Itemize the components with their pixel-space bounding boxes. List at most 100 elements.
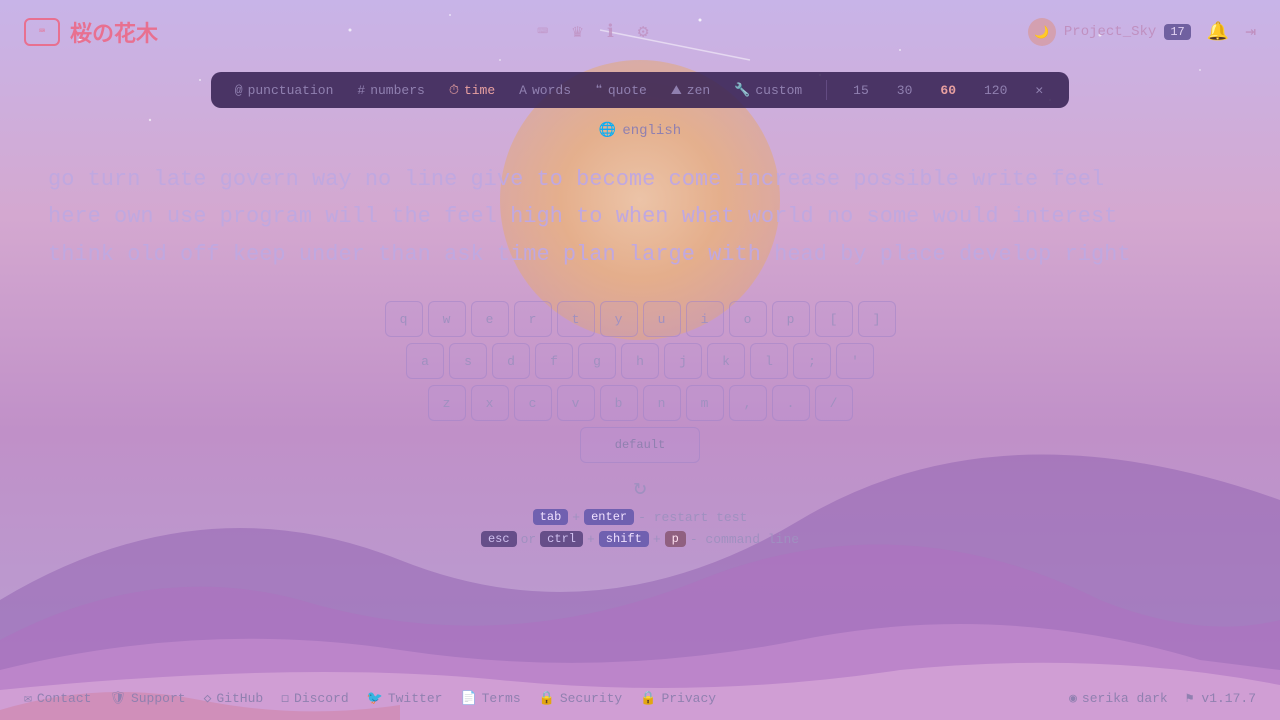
plus-2: + xyxy=(587,532,595,547)
key-space[interactable]: default xyxy=(580,427,700,463)
tab-key: tab xyxy=(533,509,569,525)
or-text: or xyxy=(521,532,537,547)
footer: ✉ Contact 🛡 Support ◇ GitHub ◻ Discord 🐦… xyxy=(0,677,1280,720)
key-row-3: z x c v b n m , . / xyxy=(428,385,853,421)
key-i[interactable]: i xyxy=(686,301,724,337)
username: Project_Sky xyxy=(1064,24,1156,40)
user-badge[interactable]: 🌙 Project_Sky 17 xyxy=(1028,18,1191,46)
key-lbracket[interactable]: [ xyxy=(815,301,853,337)
github-icon: ◇ xyxy=(204,691,212,706)
settings-icon[interactable]: ⚙ xyxy=(638,21,649,43)
key-semicolon[interactable]: ; xyxy=(793,343,831,379)
notification-icon[interactable]: 🔔 xyxy=(1207,21,1229,43)
p-key: p xyxy=(665,531,686,547)
support-icon: 🛡 xyxy=(109,691,126,706)
typing-text: go turn late govern way no line give to … xyxy=(48,161,1232,273)
footer-terms[interactable]: 📄 Terms xyxy=(460,691,520,706)
security-icon: 🔒 xyxy=(539,691,555,706)
key-v[interactable]: v xyxy=(557,385,595,421)
toolbar-custom[interactable]: 🔧 custom xyxy=(730,81,806,100)
theme-icon: ◉ xyxy=(1069,691,1077,706)
key-k[interactable]: k xyxy=(707,343,745,379)
terms-icon: 📄 xyxy=(460,691,476,706)
wrench-icon: 🔧 xyxy=(734,83,750,98)
time-30[interactable]: 30 xyxy=(891,81,919,100)
key-z[interactable]: z xyxy=(428,385,466,421)
cmdline-desc: - command line xyxy=(690,532,799,547)
key-g[interactable]: g xyxy=(578,343,616,379)
key-b[interactable]: b xyxy=(600,385,638,421)
theme-indicator[interactable]: ◉ serika dark xyxy=(1069,691,1168,706)
typing-line-3: think old off keep under than ask time p… xyxy=(48,236,1232,273)
reload-area: ↻ xyxy=(0,475,1280,501)
at-icon: @ xyxy=(235,83,243,98)
language-label: english xyxy=(622,123,681,139)
crown-icon[interactable]: ♛ xyxy=(572,21,583,43)
key-p[interactable]: p xyxy=(772,301,810,337)
toolbar-words[interactable]: A words xyxy=(515,81,575,100)
info-icon[interactable]: ℹ xyxy=(607,21,614,43)
key-l[interactable]: l xyxy=(750,343,788,379)
key-row-space: default xyxy=(580,427,700,463)
key-s[interactable]: s xyxy=(449,343,487,379)
footer-github[interactable]: ◇ GitHub xyxy=(204,691,264,706)
key-y[interactable]: y xyxy=(600,301,638,337)
key-u[interactable]: u xyxy=(643,301,681,337)
key-n[interactable]: n xyxy=(643,385,681,421)
key-slash[interactable]: / xyxy=(815,385,853,421)
key-period[interactable]: . xyxy=(772,385,810,421)
close-custom[interactable]: ✕ xyxy=(1029,81,1049,100)
key-quote[interactable]: ' xyxy=(836,343,874,379)
virtual-keyboard: q w e r t y u i o p [ ] a s d f g h j k … xyxy=(0,301,1280,463)
zen-icon: ⛰ xyxy=(671,83,682,98)
nav-bar: ⌨ ♛ ℹ ⚙ xyxy=(537,21,648,43)
divider xyxy=(826,80,827,100)
toolbar-time[interactable]: ⏱ time xyxy=(445,81,499,100)
key-rbracket[interactable]: ] xyxy=(858,301,896,337)
key-c[interactable]: c xyxy=(514,385,552,421)
privacy-icon: 🔒 xyxy=(640,691,656,706)
logout-icon[interactable]: ⇥ xyxy=(1245,21,1256,43)
footer-security[interactable]: 🔒 Security xyxy=(539,691,623,706)
restart-desc: - restart test xyxy=(638,510,747,525)
key-r[interactable]: r xyxy=(514,301,552,337)
key-q[interactable]: q xyxy=(385,301,423,337)
time-60[interactable]: 60 xyxy=(934,81,962,100)
toolbar-zen[interactable]: ⛰ zen xyxy=(667,81,714,100)
key-o[interactable]: o xyxy=(729,301,767,337)
key-m[interactable]: m xyxy=(686,385,724,421)
footer-support[interactable]: 🛡 Support xyxy=(109,691,185,706)
key-t[interactable]: t xyxy=(557,301,595,337)
key-comma[interactable]: , xyxy=(729,385,767,421)
reload-icon[interactable]: ↻ xyxy=(633,475,646,501)
key-w[interactable]: w xyxy=(428,301,466,337)
time-120[interactable]: 120 xyxy=(978,81,1013,100)
key-f[interactable]: f xyxy=(535,343,573,379)
key-row-1: q w e r t y u i o p [ ] xyxy=(385,301,896,337)
key-j[interactable]: j xyxy=(664,343,702,379)
theme-label: serika dark xyxy=(1082,691,1168,706)
footer-twitter[interactable]: 🐦 Twitter xyxy=(367,691,443,706)
logo[interactable]: ⌨ 桜の花木 xyxy=(24,16,158,48)
toolbar-punctuation[interactable]: @ punctuation xyxy=(231,81,338,100)
toolbar-numbers[interactable]: # numbers xyxy=(353,81,428,100)
key-h[interactable]: h xyxy=(621,343,659,379)
language-selector[interactable]: 🌐 english xyxy=(0,122,1280,139)
key-a[interactable]: a xyxy=(406,343,444,379)
keyboard-icon[interactable]: ⌨ xyxy=(537,21,548,43)
version-icon: ⚑ xyxy=(1186,691,1194,706)
version-indicator: ⚑ v1.17.7 xyxy=(1186,691,1256,706)
footer-contact[interactable]: ✉ Contact xyxy=(24,691,91,706)
footer-privacy[interactable]: 🔒 Privacy xyxy=(640,691,716,706)
key-x[interactable]: x xyxy=(471,385,509,421)
toolbar-quote[interactable]: ❝ quote xyxy=(591,81,651,100)
esc-key: esc xyxy=(481,531,517,547)
key-e[interactable]: e xyxy=(471,301,509,337)
shortcut-cmdline: esc or ctrl + shift + p - command line xyxy=(481,531,799,547)
twitter-icon: 🐦 xyxy=(367,691,383,706)
level-badge: 17 xyxy=(1164,24,1190,40)
footer-discord[interactable]: ◻ Discord xyxy=(281,691,348,706)
footer-links: ✉ Contact 🛡 Support ◇ GitHub ◻ Discord 🐦… xyxy=(24,691,716,706)
time-15[interactable]: 15 xyxy=(847,81,875,100)
key-d[interactable]: d xyxy=(492,343,530,379)
